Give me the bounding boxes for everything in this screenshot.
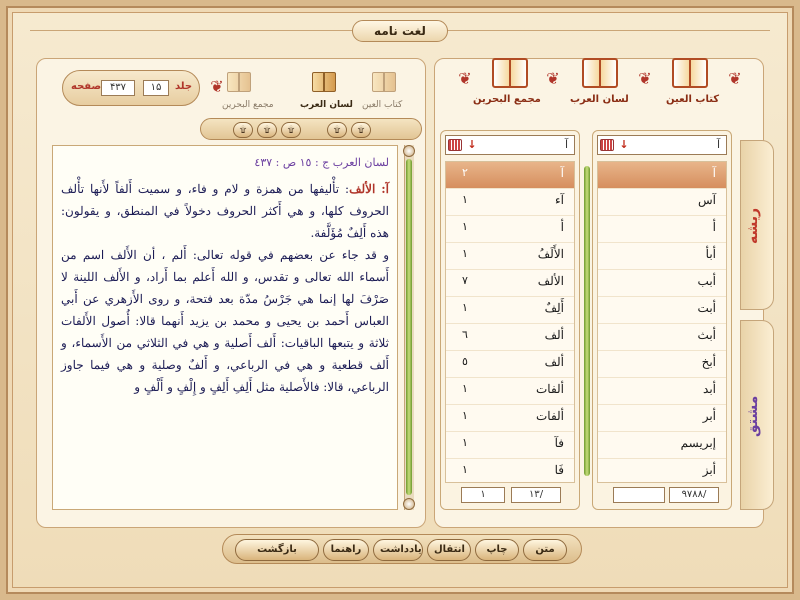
text-p1: : تأْليفها من همزة و لام و فاء، و سميت أ… [61,182,389,240]
arrow-down-icon[interactable]: ↓ [466,138,478,152]
list-item[interactable]: أبت [598,297,726,324]
word-search-input[interactable]: ↓ آ [445,135,575,155]
app-title: لغت نامه [352,20,448,42]
list-item[interactable]: أَلِفٌ ١ [446,297,574,324]
book-lisan-label[interactable]: لسان العرب [300,100,353,110]
notes-button[interactable]: يادداشت [373,539,423,561]
list-item[interactable]: أ [598,216,726,243]
list-item[interactable]: فآ ١ [446,432,574,459]
list-item[interactable]: فَا ١ [446,459,574,482]
list-item[interactable]: ألفات ١ [446,405,574,432]
help-button[interactable]: راهنما [323,539,369,561]
rbook-ain-icon[interactable] [672,58,708,90]
list-item[interactable]: آس [598,189,726,216]
text-keyword: الألف [349,182,376,196]
volume-page-box: صفحه ۴۳۷ ۱۵ جلد [62,70,200,106]
tab-derived[interactable]: مشتق [740,320,774,510]
rbook-lisan-icon[interactable] [582,58,618,90]
text-button[interactable]: متن [523,539,567,561]
list-item[interactable]: ألف ٥ [446,351,574,378]
ornament-icon: ❦ [638,69,652,88]
list-item[interactable]: آ٢ [446,162,574,189]
scroll-up-icon[interactable] [403,145,415,157]
volume-field[interactable]: ۱۵ [143,80,169,96]
text-toolbar: ۩ ۩ ۩ ۩ ۩ [200,118,422,140]
list-item[interactable]: أبد [598,378,726,405]
ornament-icon: ❦ [458,69,472,88]
text-headword: آ: [381,182,389,196]
root-search-input[interactable]: ↓ آ [597,135,727,155]
page-field[interactable]: ۴۳۷ [101,80,135,96]
transfer-button[interactable]: انتقال [427,539,471,561]
word-index-field[interactable]: ١ [461,487,505,503]
text-paragraph-1: آ: الألف: تأْليفها من همزة و لام و فاء، … [61,178,389,244]
list-item[interactable]: أبب [598,270,726,297]
word-list-panel: ↓ آ آ٢ آء ١ أ١ الأَلَفُ ١ الألف ٧ أَلِفٌ ١ أ… [440,130,580,510]
root-list-panel: ↓ آ آ آس أ أبأ أبب أبت أبث أبخ أبد أبر إ… [592,130,732,510]
list-item[interactable]: أبز [598,459,726,482]
tool-btn-1[interactable]: ۩ [233,122,253,138]
bottom-toolbar: متن چاپ انتقال يادداشت راهنما بازگشت [222,534,582,564]
word-list-scrollbar[interactable] [584,160,590,482]
word-list: آ٢ آء ١ أ١ الأَلَفُ ١ الألف ٧ أَلِفٌ ١ ألف ٦ … [445,161,575,483]
keyboard-icon[interactable] [448,139,462,151]
arrow-down-icon[interactable]: ↓ [618,138,630,152]
print-button[interactable]: چاپ [475,539,519,561]
book-majma-icon[interactable] [225,70,253,94]
list-item[interactable]: آ [598,162,726,189]
book-majma-label[interactable]: مجمع البحرين [222,100,274,110]
list-item[interactable]: أبأ [598,243,726,270]
ornament-icon: ❦ [728,69,742,88]
list-item[interactable]: أبث [598,324,726,351]
list-item[interactable]: إبريسم [598,432,726,459]
list-item[interactable]: آء ١ [446,189,574,216]
tab-derived-label: مشتق [745,395,761,437]
back-button[interactable]: بازگشت [235,539,319,561]
definition-text: لسان العرب ج : ١٥ ص : ٤٣٧ آ: الألف: تأْل… [52,145,398,510]
ornament-icon: ❦ [546,69,560,88]
tool-btn-3[interactable]: ۩ [281,122,301,138]
rbook-majma-label[interactable]: مجمع البحرين [473,94,541,105]
tool-btn-5[interactable]: ۩ [351,122,371,138]
ornament-icon: ❦ [210,77,224,96]
list-item[interactable]: ألف ٦ [446,324,574,351]
text-scrollbar[interactable] [403,145,415,510]
word-total: ١٣/ [511,487,561,503]
volume-label: جلد [175,81,193,92]
book-ain-icon[interactable] [370,70,398,94]
rbook-ain-label[interactable]: كتاب العين [666,94,719,105]
tab-root[interactable]: ريشه [740,140,774,310]
text-paragraph-2: و قد جاء عن بعضهم في قوله تعالى: أَلم ، … [61,248,389,394]
root-list: آ آس أ أبأ أبب أبت أبث أبخ أبد أبر إبريس… [597,161,727,483]
list-item[interactable]: ألفات ١ [446,378,574,405]
word-list-footer: ١ ١٣/ [445,487,575,505]
book-ain-label[interactable]: كتاب العين [362,100,402,110]
root-index-field[interactable] [613,487,665,503]
list-item[interactable]: الألف ٧ [446,270,574,297]
list-item[interactable]: أ١ [446,216,574,243]
book-lisan-icon[interactable] [310,70,338,94]
tool-btn-2[interactable]: ۩ [257,122,277,138]
root-list-footer: ٩٧٨٨/ [597,487,727,505]
page-label: صفحه [71,81,102,92]
tool-btn-4[interactable]: ۩ [327,122,347,138]
list-item[interactable]: الأَلَفُ ١ [446,243,574,270]
list-item[interactable]: أبخ [598,351,726,378]
scroll-down-icon[interactable] [403,498,415,510]
rbook-lisan-label[interactable]: لسان العرب [570,94,629,105]
keyboard-icon[interactable] [600,139,614,151]
text-source: لسان العرب ج : ١٥ ص : ٤٣٧ [254,156,389,169]
list-item[interactable]: أبر [598,405,726,432]
root-total: ٩٧٨٨/ [669,487,719,503]
rbook-majma-icon[interactable] [492,58,528,90]
tab-root-label: ريشه [745,207,761,245]
